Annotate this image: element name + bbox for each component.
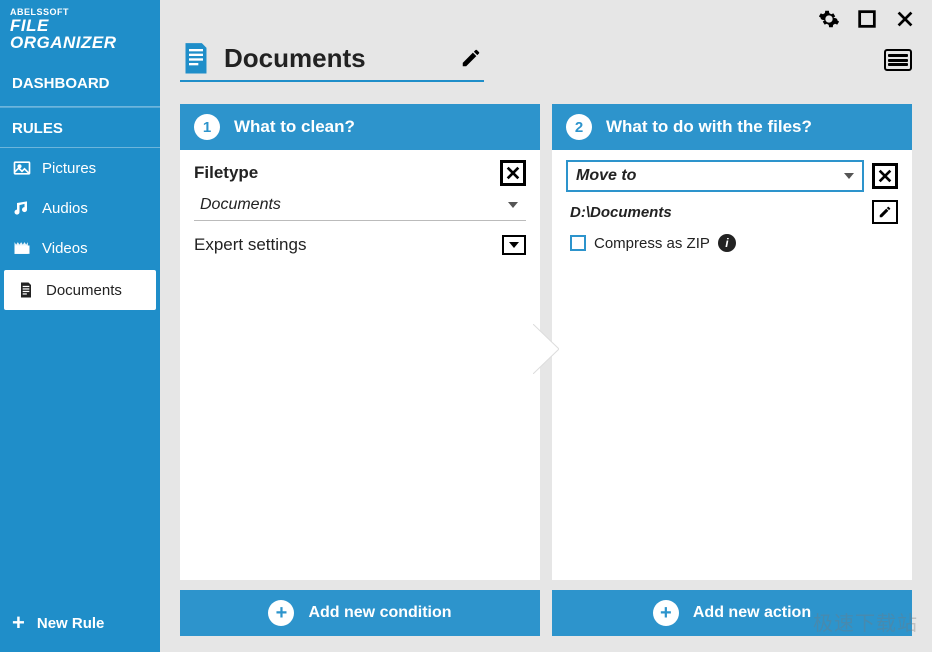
remove-condition-button[interactable] xyxy=(500,160,526,186)
page-title: Documents xyxy=(224,43,366,74)
panel-heading: What to clean? xyxy=(234,117,355,137)
panel-conditions-head: 1 What to clean? xyxy=(180,104,540,150)
remove-action-button[interactable] xyxy=(872,163,898,189)
title-row: Documents xyxy=(160,30,932,94)
action-select[interactable]: Move to xyxy=(566,160,864,192)
new-rule-button[interactable]: + New Rule xyxy=(0,594,160,652)
brand-name: FILE ORGANIZER xyxy=(10,17,150,51)
edit-title-icon[interactable] xyxy=(460,47,482,69)
new-rule-label: New Rule xyxy=(37,615,105,632)
picture-icon xyxy=(12,158,32,178)
bottom-buttons: + Add new condition + Add new action xyxy=(160,580,932,652)
nav-rules-header: RULES xyxy=(0,107,160,148)
chevron-down-icon xyxy=(508,202,518,208)
panel-conditions: 1 What to clean? Filetype Documents xyxy=(180,104,540,580)
sidebar-item-documents[interactable]: Documents xyxy=(4,270,156,310)
brand: ABELSSOFT FILE ORGANIZER xyxy=(0,0,160,61)
chevron-down-icon xyxy=(844,173,854,179)
document-icon xyxy=(182,42,210,74)
topbar xyxy=(160,0,932,30)
sidebar-item-label: Documents xyxy=(46,282,122,299)
filetype-value: Documents xyxy=(200,196,281,214)
edit-path-button[interactable] xyxy=(872,200,898,224)
action-value: Move to xyxy=(576,167,636,185)
sidebar-item-videos[interactable]: Videos xyxy=(0,228,160,268)
sidebar: ABELSSOFT FILE ORGANIZER DASHBOARD RULES… xyxy=(0,0,160,652)
sidebar-item-label: Pictures xyxy=(42,160,96,177)
panels: 1 What to clean? Filetype Documents xyxy=(160,94,932,580)
compress-zip-checkbox[interactable] xyxy=(570,235,586,251)
plus-circle-icon: + xyxy=(268,600,294,626)
destination-path: D:\Documents xyxy=(566,204,672,221)
audio-icon xyxy=(12,198,32,218)
expert-settings-toggle[interactable]: Expert settings xyxy=(194,235,526,255)
panel-heading: What to do with the files? xyxy=(606,117,812,137)
rule-list: Pictures Audios Videos Documents xyxy=(0,148,160,312)
add-condition-button[interactable]: + Add new condition xyxy=(180,590,540,636)
main: Documents 1 What to clean? Filetype xyxy=(160,0,932,652)
plus-circle-icon: + xyxy=(653,600,679,626)
step-number: 1 xyxy=(194,114,220,140)
menu-icon[interactable] xyxy=(884,49,912,71)
sidebar-item-audios[interactable]: Audios xyxy=(0,188,160,228)
step-number: 2 xyxy=(566,114,592,140)
panel-actions: 2 What to do with the files? Move to xyxy=(552,104,912,580)
title-block: Documents xyxy=(180,38,484,82)
maximize-icon[interactable] xyxy=(856,8,878,30)
info-icon[interactable]: i xyxy=(718,234,736,252)
plus-icon: + xyxy=(12,610,25,636)
close-icon[interactable] xyxy=(894,8,916,30)
sidebar-item-pictures[interactable]: Pictures xyxy=(0,148,160,188)
filetype-select[interactable]: Documents xyxy=(194,192,526,221)
filetype-label: Filetype xyxy=(194,163,258,183)
compress-zip-label: Compress as ZIP xyxy=(594,235,710,252)
add-condition-label: Add new condition xyxy=(308,604,451,622)
chevron-down-icon xyxy=(502,235,526,255)
sidebar-item-label: Audios xyxy=(42,200,88,217)
sidebar-item-label: Videos xyxy=(42,240,88,257)
settings-icon[interactable] xyxy=(818,8,840,30)
expert-settings-label: Expert settings xyxy=(194,235,306,255)
video-icon xyxy=(12,238,32,258)
document-icon xyxy=(16,280,36,300)
nav-dashboard[interactable]: DASHBOARD xyxy=(0,61,160,107)
panel-actions-head: 2 What to do with the files? xyxy=(552,104,912,150)
add-action-label: Add new action xyxy=(693,604,811,622)
add-action-button[interactable]: + Add new action xyxy=(552,590,912,636)
